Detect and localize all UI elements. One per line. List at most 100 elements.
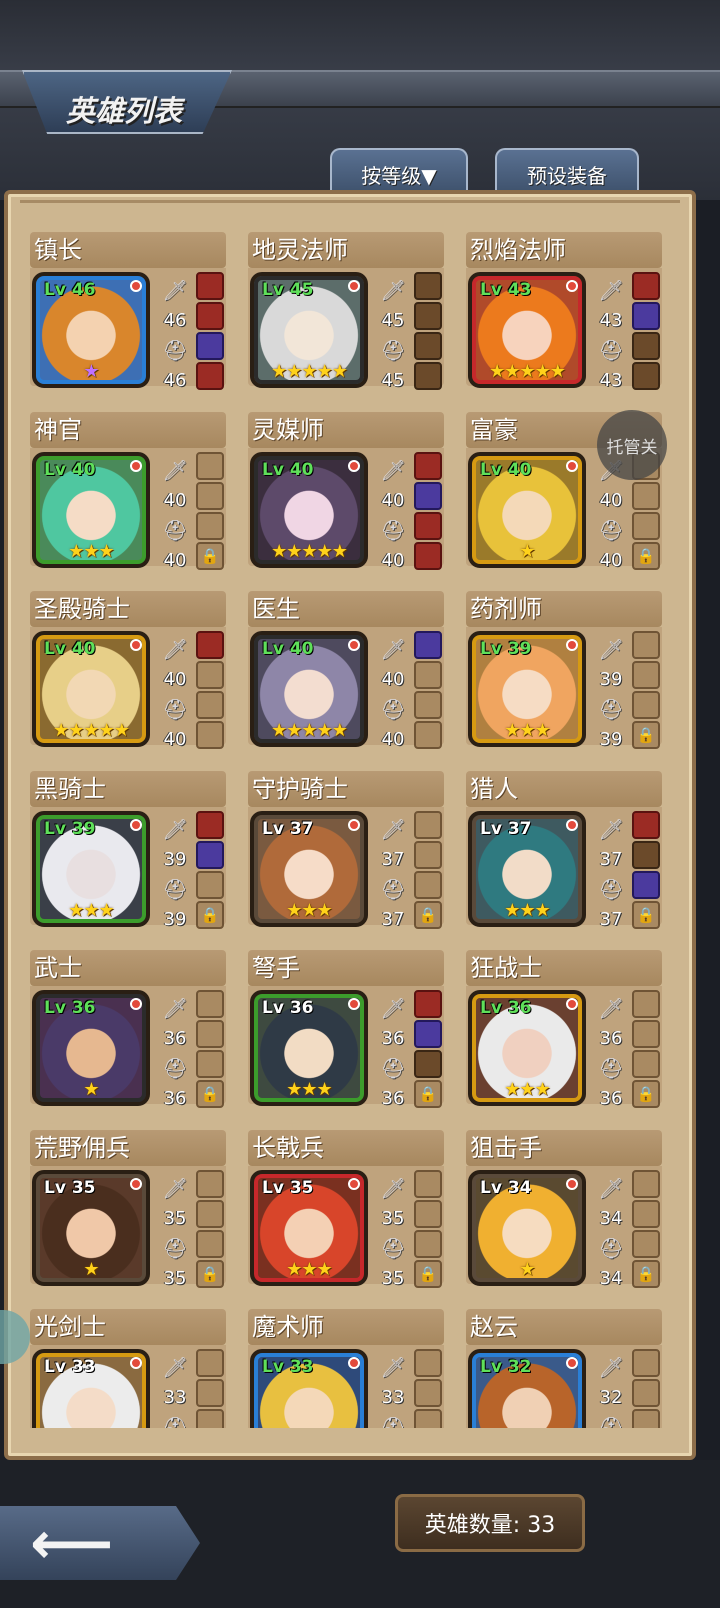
equipment-slot[interactable] bbox=[632, 870, 660, 899]
equipment-slot[interactable] bbox=[414, 990, 442, 1018]
equipment-slot[interactable] bbox=[632, 272, 660, 300]
equipment-slot[interactable] bbox=[632, 1020, 660, 1048]
hero-portrait[interactable]: Lv 36 ★★★ bbox=[468, 990, 586, 1106]
equipment-slot[interactable] bbox=[196, 302, 224, 330]
equipment-slot[interactable] bbox=[632, 990, 660, 1018]
equipment-slot[interactable] bbox=[196, 840, 224, 869]
equipment-slot[interactable] bbox=[632, 332, 660, 360]
equipment-slot[interactable] bbox=[196, 511, 224, 540]
locked-slot-icon[interactable]: 🔒 bbox=[196, 541, 224, 570]
locked-slot-icon[interactable]: 🔒 bbox=[632, 1080, 660, 1108]
equipment-slot[interactable] bbox=[414, 691, 442, 719]
hero-portrait[interactable]: Lv 40 ★ bbox=[468, 451, 586, 568]
hero-card[interactable]: 守护骑士 Lv 37 ★★★ 🗡 37 ⛑ 37 🔒 bbox=[244, 767, 448, 937]
hero-card[interactable]: 荒野佣兵 Lv 35 ★ 🗡 35 ⛑ 35 🔒 bbox=[26, 1126, 230, 1296]
equipment-slot[interactable] bbox=[632, 1050, 660, 1078]
hero-portrait[interactable]: Lv 40 ★★★★★ bbox=[250, 451, 368, 568]
equipment-slot[interactable] bbox=[632, 691, 660, 719]
equipment-slot[interactable] bbox=[196, 691, 224, 719]
equipment-slot[interactable] bbox=[414, 1349, 442, 1377]
hero-card[interactable]: 药剂师 Lv 39 ★★★ 🗡 39 ⛑ 39 🔒 bbox=[462, 587, 666, 757]
equipment-slot[interactable] bbox=[414, 511, 442, 540]
hero-card[interactable]: 狂战士 Lv 36 ★★★ 🗡 36 ⛑ 36 🔒 bbox=[462, 946, 666, 1116]
hero-card[interactable]: 光剑士 Lv 33 🗡 33 ⛑ bbox=[26, 1305, 230, 1428]
equipment-slot[interactable] bbox=[196, 1229, 224, 1258]
hero-card[interactable]: 弩手 Lv 36 ★★★ 🗡 36 ⛑ 36 🔒 bbox=[244, 946, 448, 1116]
equipment-slot[interactable] bbox=[414, 1229, 442, 1258]
hero-portrait[interactable]: Lv 37 ★★★ bbox=[468, 810, 586, 927]
equipment-slot[interactable] bbox=[414, 810, 442, 839]
hero-portrait[interactable]: Lv 45 ★★★★★ bbox=[250, 272, 368, 388]
equipment-slot[interactable] bbox=[196, 1199, 224, 1228]
equipment-slot[interactable] bbox=[414, 1020, 442, 1048]
hero-portrait[interactable]: Lv 46 ★ bbox=[32, 272, 150, 388]
equipment-slot[interactable] bbox=[196, 870, 224, 899]
hero-portrait[interactable]: Lv 35 ★★★ bbox=[250, 1169, 368, 1286]
hero-portrait[interactable]: Lv 35 ★ bbox=[32, 1169, 150, 1286]
hero-card[interactable]: 狙击手 Lv 34 ★ 🗡 34 ⛑ 34 🔒 bbox=[462, 1126, 666, 1296]
equipment-slot[interactable] bbox=[196, 1169, 224, 1198]
hero-portrait[interactable]: Lv 39 ★★★ bbox=[32, 810, 150, 927]
locked-slot-icon[interactable]: 🔒 bbox=[414, 1259, 442, 1288]
equipment-slot[interactable] bbox=[414, 631, 442, 659]
equipment-slot[interactable] bbox=[632, 661, 660, 689]
hero-card[interactable]: 长戟兵 Lv 35 ★★★ 🗡 35 ⛑ 35 🔒 bbox=[244, 1126, 448, 1296]
equipment-slot[interactable] bbox=[414, 1409, 442, 1428]
back-button[interactable]: ⟵ bbox=[0, 1506, 200, 1580]
equipment-slot[interactable] bbox=[196, 1349, 224, 1377]
equipment-slot[interactable] bbox=[196, 332, 224, 360]
hero-portrait[interactable]: Lv 43 ★★★★★ bbox=[468, 272, 586, 388]
equipment-slot[interactable] bbox=[632, 362, 660, 390]
equipment-slot[interactable] bbox=[632, 511, 660, 540]
equipment-slot[interactable] bbox=[414, 721, 442, 749]
equipment-slot[interactable] bbox=[196, 1020, 224, 1048]
hero-portrait[interactable]: Lv 33 bbox=[32, 1349, 150, 1428]
equipment-slot[interactable] bbox=[414, 1169, 442, 1198]
equipment-slot[interactable] bbox=[632, 1409, 660, 1428]
equipment-slot[interactable] bbox=[414, 1050, 442, 1078]
equipment-slot[interactable] bbox=[632, 631, 660, 659]
equipment-slot[interactable] bbox=[414, 481, 442, 510]
equipment-slot[interactable] bbox=[632, 481, 660, 510]
equipment-slot[interactable] bbox=[414, 1379, 442, 1407]
equipment-slot[interactable] bbox=[414, 302, 442, 330]
equipment-slot[interactable] bbox=[414, 661, 442, 689]
equipment-slot[interactable] bbox=[414, 272, 442, 300]
hero-portrait[interactable]: Lv 33 bbox=[250, 1349, 368, 1428]
hero-card[interactable]: 地灵法师 Lv 45 ★★★★★ 🗡 45 ⛑ 45 bbox=[244, 228, 448, 398]
equipment-slot[interactable] bbox=[414, 362, 442, 390]
hero-card[interactable]: 魔术师 Lv 33 🗡 33 ⛑ bbox=[244, 1305, 448, 1428]
equipment-slot[interactable] bbox=[196, 481, 224, 510]
equipment-slot[interactable] bbox=[632, 840, 660, 869]
equipment-slot[interactable] bbox=[414, 840, 442, 869]
hero-portrait[interactable]: Lv 40 ★★★ bbox=[32, 451, 150, 568]
equipment-slot[interactable] bbox=[196, 1379, 224, 1407]
equipment-slot[interactable] bbox=[196, 661, 224, 689]
hero-card[interactable]: 灵媒师 Lv 40 ★★★★★ 🗡 40 ⛑ 40 bbox=[244, 408, 448, 578]
hero-card[interactable]: 赵云 Lv 32 🗡 32 ⛑ bbox=[462, 1305, 666, 1428]
equipment-slot[interactable] bbox=[414, 332, 442, 360]
locked-slot-icon[interactable]: 🔒 bbox=[196, 1259, 224, 1288]
hero-card[interactable]: 神官 Lv 40 ★★★ 🗡 40 ⛑ 40 🔒 bbox=[26, 408, 230, 578]
equipment-slot[interactable] bbox=[196, 272, 224, 300]
hero-portrait[interactable]: Lv 36 ★★★ bbox=[250, 990, 368, 1106]
equipment-slot[interactable] bbox=[414, 451, 442, 480]
hero-portrait[interactable]: Lv 40 ★★★★★ bbox=[32, 631, 150, 747]
auto-battle-off-button[interactable]: 托管关 bbox=[597, 410, 667, 480]
equipment-slot[interactable] bbox=[196, 1050, 224, 1078]
hero-card[interactable]: 圣殿骑士 Lv 40 ★★★★★ 🗡 40 ⛑ 40 bbox=[26, 587, 230, 757]
equipment-slot[interactable] bbox=[414, 870, 442, 899]
equipment-slot[interactable] bbox=[196, 990, 224, 1018]
hero-card[interactable]: 猎人 Lv 37 ★★★ 🗡 37 ⛑ 37 🔒 bbox=[462, 767, 666, 937]
hero-grid[interactable]: 镇长 Lv 46 ★ 🗡 46 ⛑ 46 地灵法师 Lv 45 ★★★★★ 🗡 45 ⛑ 45 烈焰法师 Lv… bbox=[26, 228, 674, 1428]
locked-slot-icon[interactable]: 🔒 bbox=[632, 541, 660, 570]
equipment-slot[interactable] bbox=[196, 1409, 224, 1428]
equipment-slot[interactable] bbox=[196, 810, 224, 839]
hero-card[interactable]: 武士 Lv 36 ★ 🗡 36 ⛑ 36 🔒 bbox=[26, 946, 230, 1116]
equipment-slot[interactable] bbox=[196, 631, 224, 659]
hero-card[interactable]: 烈焰法师 Lv 43 ★★★★★ 🗡 43 ⛑ 43 bbox=[462, 228, 666, 398]
equipment-slot[interactable] bbox=[632, 1199, 660, 1228]
hero-portrait[interactable]: Lv 40 ★★★★★ bbox=[250, 631, 368, 747]
equipment-slot[interactable] bbox=[196, 362, 224, 390]
hero-portrait[interactable]: Lv 36 ★ bbox=[32, 990, 150, 1106]
